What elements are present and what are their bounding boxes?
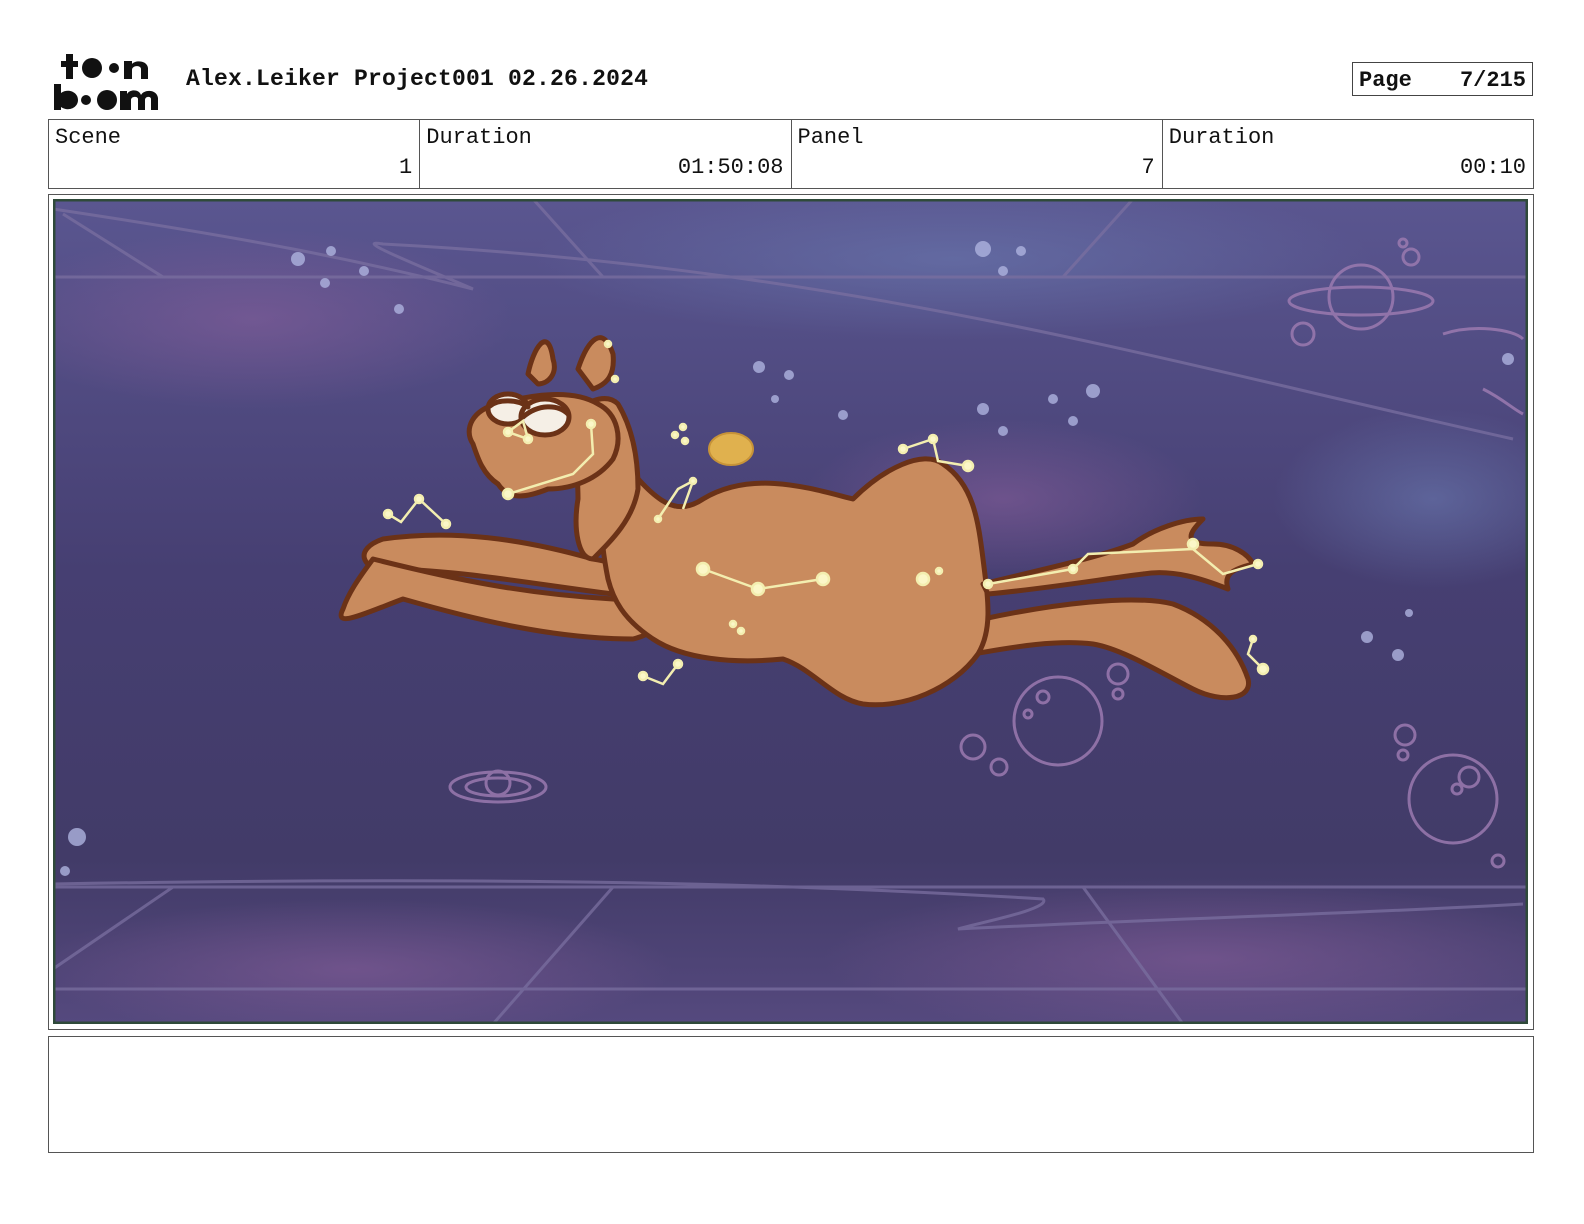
page-number: 7/215 [1459,68,1526,93]
panel-duration-value: 00:10 [1459,155,1526,180]
scene-duration-label: Duration [426,125,532,150]
scene-info-row: Scene 1 Duration 01:50:08 Panel 7 Durati… [48,119,1534,189]
panel-cell: Panel 7 [792,120,1163,188]
page-indicator: Page 7/215 [1352,62,1533,96]
panel-label: Panel [797,125,864,150]
scene-cell: Scene 1 [49,120,421,188]
panel-duration-cell: Duration 00:10 [1163,120,1533,188]
toon-boom-logo [54,54,158,110]
scene-duration-cell: Duration 01:50:08 [420,120,792,188]
scene-label: Scene [55,125,122,150]
storyboard-panel [48,194,1534,1030]
panel-drawing [53,199,1528,1024]
project-title: Alex.Leiker Project001 02.26.2024 [186,66,649,92]
panel-value: 7 [1141,155,1155,180]
panel-notes-box [48,1036,1534,1153]
scene-duration-value: 01:50:08 [677,155,784,180]
page-label: Page [1359,68,1412,93]
panel-duration-label: Duration [1168,125,1275,150]
scene-value: 1 [399,155,413,180]
